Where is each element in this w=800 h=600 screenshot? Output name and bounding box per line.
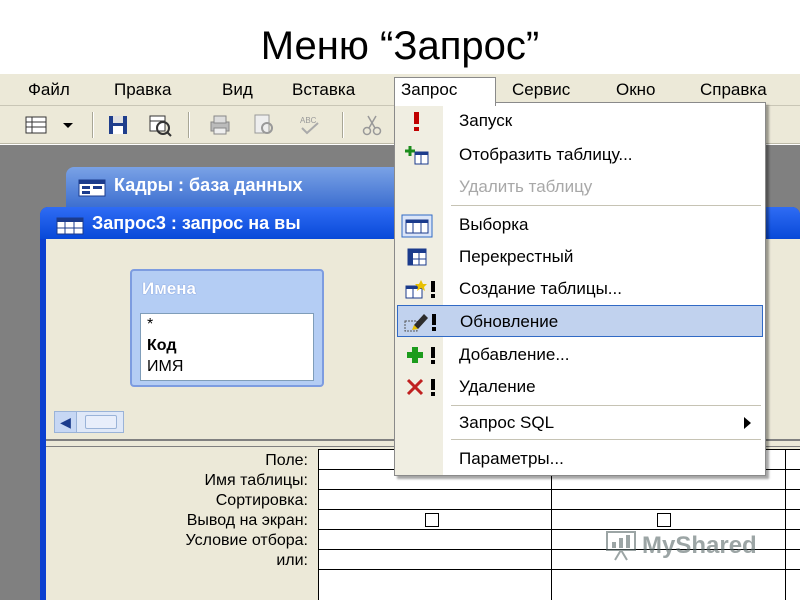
spelling-icon[interactable]: ABC (298, 113, 322, 137)
menu-help[interactable]: Справка (694, 78, 773, 102)
menu-item-update[interactable]: Обновление (397, 305, 763, 337)
menu-item-make-table[interactable]: Создание таблицы... (395, 273, 765, 305)
watermark-logo: MyShared (604, 526, 774, 566)
grid-column-divider (785, 450, 786, 600)
menu-item-label: Отобразить таблицу... (459, 145, 633, 164)
cut-icon[interactable] (360, 113, 384, 137)
view-dropdown-icon[interactable] (60, 113, 76, 137)
properties-icon[interactable] (148, 113, 172, 137)
menu-file[interactable]: Файл (22, 78, 76, 102)
menu-item-label: Перекрестный (459, 247, 574, 266)
field-name[interactable]: ИМЯ (141, 356, 313, 377)
label-field: Поле: (265, 452, 308, 469)
menu-item-run[interactable]: Запуск (395, 105, 765, 137)
menu-tools[interactable]: Сервис (506, 78, 576, 102)
horizontal-scrollbar[interactable]: ◀ (54, 411, 124, 433)
menu-insert[interactable]: Вставка (286, 78, 361, 102)
menu-item-label: Запрос SQL (459, 413, 555, 432)
label-show: Вывод на экран: (186, 512, 308, 529)
svg-text:ABC: ABC (300, 116, 317, 125)
menu-item-append[interactable]: Добавление... (395, 339, 765, 371)
menu-separator (451, 205, 761, 206)
menu-item-label: Создание таблицы... (459, 279, 622, 298)
table-name: Имена (142, 279, 196, 298)
grid-row-labels: Поле: Имя таблицы: Сортировка: Вывод на … (46, 451, 314, 571)
query-menu: Запуск Отобразить таблицу... Удалить таб… (394, 102, 766, 476)
submenu-arrow-icon (744, 417, 751, 429)
scroll-left-icon[interactable]: ◀ (55, 412, 77, 432)
database-icon (78, 177, 106, 202)
menu-item-label: Выборка (459, 215, 529, 234)
label-sort: Сортировка: (215, 492, 308, 509)
show-checkbox[interactable] (657, 513, 671, 527)
menu-item-label: Обновление (460, 312, 559, 331)
menu-edit[interactable]: Правка (108, 78, 177, 102)
select-query-icon (401, 214, 433, 238)
print-preview-icon[interactable] (252, 113, 276, 137)
save-icon[interactable] (106, 113, 130, 137)
field-kod[interactable]: Код (141, 335, 313, 356)
label-table-name: Имя таблицы: (204, 472, 308, 489)
menu-item-label: Добавление... (459, 345, 570, 364)
exclamation-icon (405, 110, 429, 132)
presentation-icon (606, 531, 636, 561)
query-icon (56, 215, 84, 240)
toolbar-separator (342, 112, 344, 138)
update-query-icon (404, 311, 440, 333)
menu-item-select[interactable]: Выборка (395, 209, 765, 241)
menu-item-label: Запуск (459, 111, 513, 130)
field-all[interactable]: * (141, 314, 313, 335)
toolbar-separator (188, 112, 190, 138)
menu-item-sql-query[interactable]: Запрос SQL (395, 407, 765, 439)
label-or: или: (276, 552, 308, 569)
append-query-icon (405, 344, 439, 366)
menu-query[interactable]: Запрос (394, 77, 496, 106)
slide-title: Меню “Запрос” (260, 24, 540, 68)
menu-separator (451, 405, 761, 406)
menu-item-label: Удаление (459, 377, 536, 396)
menu-item-label: Параметры... (459, 449, 564, 468)
menu-view[interactable]: Вид (216, 78, 259, 102)
grid-row-sort[interactable] (319, 490, 800, 510)
toolbar-separator (92, 112, 94, 138)
view-icon[interactable] (24, 113, 48, 137)
database-window-title: Кадры : база данных (114, 175, 303, 195)
field-list: * Код ИМЯ (140, 313, 314, 381)
app-screen: Файл Правка Вид Вставка Запрос Сервис Ок… (0, 74, 800, 600)
menu-item-remove-table: Удалить таблицу (395, 171, 765, 203)
menu-item-delete[interactable]: Удаление (395, 371, 765, 403)
menu-item-parameters[interactable]: Параметры... (395, 443, 765, 475)
label-criteria: Условие отбора: (185, 532, 308, 549)
table-field-list[interactable]: Имена * Код ИМЯ (130, 269, 324, 387)
crosstab-icon (405, 246, 429, 268)
show-table-icon (405, 144, 429, 166)
query-window-title: Запрос3 : запрос на вы (92, 213, 301, 233)
menu-item-label: Удалить таблицу (459, 177, 593, 196)
menu-item-crosstab[interactable]: Перекрестный (395, 241, 765, 273)
menu-window[interactable]: Окно (610, 78, 662, 102)
make-table-icon (405, 278, 439, 300)
show-checkbox[interactable] (425, 513, 439, 527)
delete-query-icon (405, 376, 439, 398)
scroll-thumb[interactable] (85, 415, 117, 429)
print-icon[interactable] (208, 113, 232, 137)
menu-item-show-table[interactable]: Отобразить таблицу... (395, 139, 765, 171)
menu-separator (451, 439, 761, 440)
watermark-text: MyShared (642, 532, 757, 559)
